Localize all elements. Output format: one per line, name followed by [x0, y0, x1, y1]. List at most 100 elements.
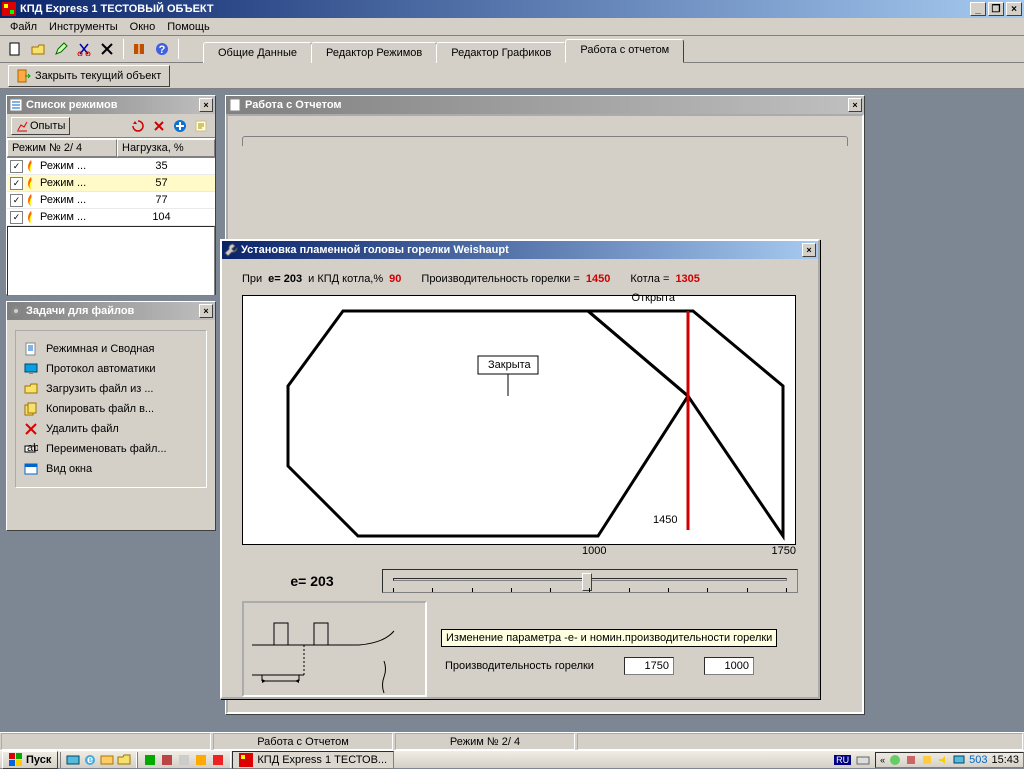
mode-row[interactable]: ✓ Режим ... 104 [7, 209, 215, 226]
formula-e-val: 203 [284, 273, 302, 285]
ql-app5-icon[interactable] [210, 752, 226, 768]
close-object-label: Закрыть текущий объект [35, 70, 161, 82]
ql-ie-icon[interactable]: e [82, 752, 98, 768]
perf-field-1[interactable] [624, 657, 674, 675]
mode-load: 104 [108, 211, 215, 223]
tray-monitor-icon[interactable] [953, 754, 965, 766]
task-item-view[interactable]: Вид окна [16, 459, 206, 479]
list-icon [9, 98, 23, 112]
task-item-delete[interactable]: Удалить файл [16, 419, 206, 439]
tray-clock: 15:43 [991, 754, 1019, 766]
task-item-summary[interactable]: Режимная и Сводная [16, 339, 206, 359]
window-icon [24, 462, 38, 476]
ql-app1-icon[interactable] [142, 752, 158, 768]
ql-app3-icon[interactable] [176, 752, 192, 768]
modes-panel-close[interactable]: × [199, 98, 213, 112]
tool-open-icon[interactable] [27, 38, 49, 60]
dialog-close[interactable]: × [802, 243, 816, 257]
report-close[interactable]: × [848, 98, 862, 112]
tray-keyboard-icon[interactable] [855, 752, 871, 768]
checkbox-icon[interactable]: ✓ [10, 177, 23, 190]
tab-common[interactable]: Общие Данные [203, 42, 312, 63]
ql-folder-icon[interactable] [116, 752, 132, 768]
tab-report[interactable]: Работа с отчетом [565, 39, 684, 63]
formula-perf-val: 1450 [586, 273, 610, 285]
checkbox-icon[interactable]: ✓ [10, 211, 23, 224]
maximize-button[interactable]: ❐ [988, 2, 1004, 16]
xaxis-1750: 1750 [772, 545, 796, 557]
menu-help[interactable]: Помощь [161, 19, 216, 35]
dialog-title: Установка пламенной головы горелки Weish… [241, 244, 509, 256]
quick-launch: e [60, 752, 137, 768]
close-button[interactable]: × [1006, 2, 1022, 16]
modes-panel-titlebar: Список режимов × [7, 96, 215, 114]
perf-field-2[interactable] [704, 657, 754, 675]
folder-open-icon [24, 382, 38, 396]
tab-modes[interactable]: Редактор Режимов [311, 42, 437, 63]
tab-charts[interactable]: Редактор Графиков [436, 42, 566, 63]
e-slider[interactable] [382, 569, 798, 593]
menu-tools[interactable]: Инструменты [43, 19, 124, 35]
formula-kpd-label: и КПД котла,% [308, 273, 383, 285]
col-load[interactable]: Нагрузка, % [117, 139, 215, 157]
ql-app4-icon[interactable] [193, 752, 209, 768]
task-item-copy[interactable]: Копировать файл в... [16, 399, 206, 419]
flame-icon [26, 160, 36, 172]
tray-volume-icon[interactable] [937, 754, 949, 766]
mode-row[interactable]: ✓ Режим ... 35 [7, 158, 215, 175]
copy-icon [24, 402, 38, 416]
tool-help-icon[interactable]: ? [151, 38, 173, 60]
experiments-button[interactable]: Опыты [11, 117, 70, 135]
main-tabs: Общие Данные Редактор Режимов Редактор Г… [203, 36, 683, 62]
tool-delete-icon[interactable] [96, 38, 118, 60]
modes-refresh-icon[interactable] [129, 117, 147, 135]
app-titlebar: КПД Express 1 ТЕСТОВЫЙ ОБЪЕКТ _ ❐ × [0, 0, 1024, 18]
slider-row: e= 203 [242, 569, 798, 593]
modes-notes-icon[interactable] [192, 117, 210, 135]
lang-indicator[interactable]: RU [834, 755, 851, 765]
taskbar-app-button[interactable]: КПД Express 1 ТЕСТОВ... [232, 751, 394, 769]
start-button[interactable]: Пуск [2, 751, 58, 769]
modes-delete-icon[interactable] [150, 117, 168, 135]
task-item-rename[interactable]: ab Переименовать файл... [16, 439, 206, 459]
tool-book-icon[interactable] [128, 38, 150, 60]
modes-add-icon[interactable] [171, 117, 189, 135]
mode-row[interactable]: ✓ Режим ... 77 [7, 192, 215, 209]
toolbar-separator [123, 39, 124, 59]
tool-new-icon[interactable] [4, 38, 26, 60]
mode-name: Режим ... [38, 194, 108, 206]
tool-edit-icon[interactable] [50, 38, 72, 60]
close-object-button[interactable]: Закрыть текущий объект [8, 65, 170, 87]
tool-cut-icon[interactable] [73, 38, 95, 60]
minimize-button[interactable]: _ [970, 2, 986, 16]
tray-icon-1[interactable] [889, 754, 901, 766]
mode-row[interactable]: ✓ Режим ... 57 [7, 175, 215, 192]
formula-perf-label: Производительность горелки = [421, 273, 579, 285]
task-item-load[interactable]: Загрузить файл из ... [16, 379, 206, 399]
task-item-protocol[interactable]: Протокол автоматики [16, 359, 206, 379]
tasks-panel: Задачи для файлов × Режимная и Сводная П… [6, 301, 216, 531]
checkbox-icon[interactable]: ✓ [10, 160, 23, 173]
doc-icon [24, 342, 38, 356]
mode-name: Режим ... [38, 211, 108, 223]
menu-window[interactable]: Окно [124, 19, 162, 35]
tray-icon-3[interactable] [921, 754, 933, 766]
dialog-titlebar[interactable]: Установка пламенной головы горелки Weish… [222, 241, 818, 259]
formula-row: При e= 203 и КПД котла,% 90 Производител… [242, 273, 798, 285]
ql-app2-icon[interactable] [159, 752, 175, 768]
tray-icon-2[interactable] [905, 754, 917, 766]
taskbar-app-label: КПД Express 1 ТЕСТОВ... [257, 754, 387, 766]
gear-icon [9, 304, 23, 318]
checkbox-icon[interactable]: ✓ [10, 194, 23, 207]
menu-file[interactable]: Файл [4, 19, 43, 35]
mode-name: Режим ... [38, 177, 108, 189]
windows-icon [9, 753, 23, 767]
col-mode[interactable]: Режим № 2/ 4 [7, 139, 117, 157]
ql-outlook-icon[interactable] [99, 752, 115, 768]
menu-bar: Файл Инструменты Окно Помощь [0, 18, 1024, 36]
tasks-panel-close[interactable]: × [199, 304, 213, 318]
tray-chevron-icon[interactable]: « [880, 755, 885, 765]
ql-desktop-icon[interactable] [65, 752, 81, 768]
wrench-icon [224, 243, 238, 257]
toolbar-row: ? Общие Данные Редактор Режимов Редактор… [0, 36, 1024, 63]
